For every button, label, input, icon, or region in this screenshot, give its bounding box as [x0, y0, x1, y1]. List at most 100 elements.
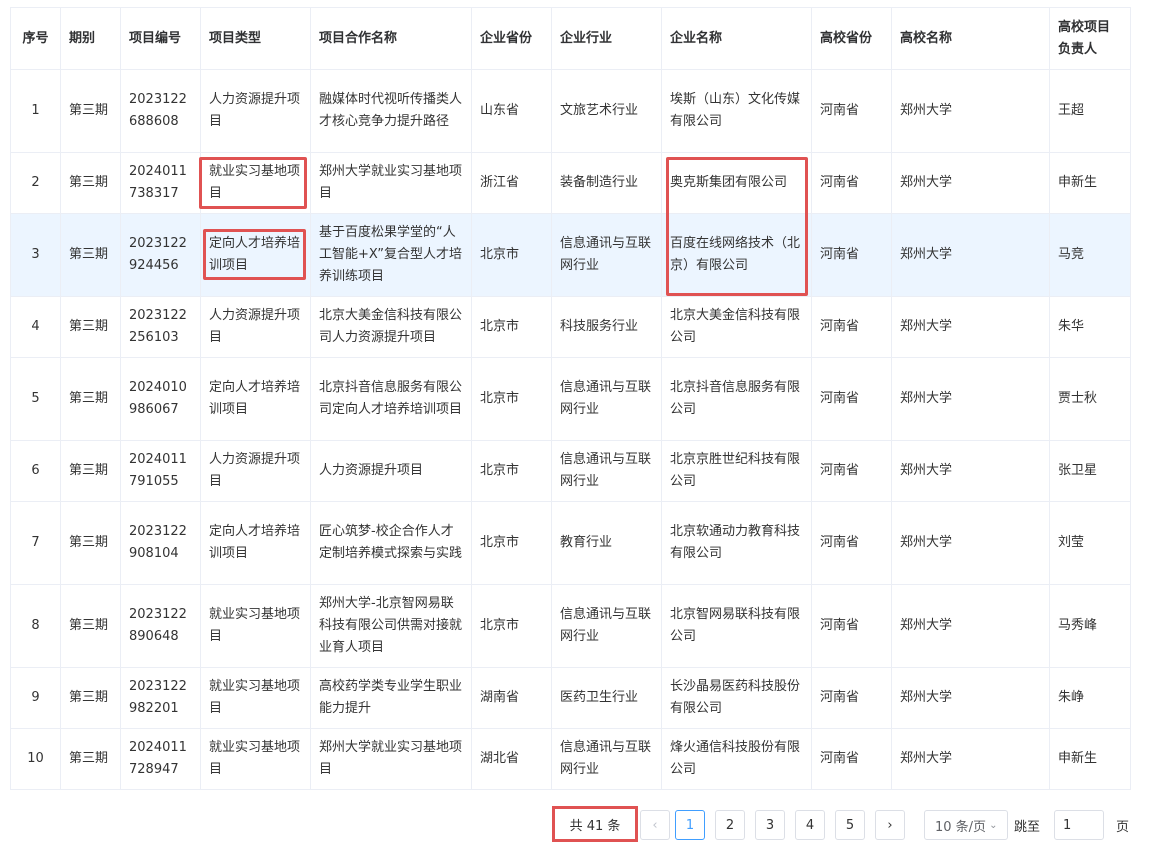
cell-type: 就业实习基地项目	[200, 728, 311, 790]
cell-code: 2023122908104	[120, 501, 201, 585]
cell-no: 5	[10, 357, 61, 441]
table-header: 序号 期别 项目编号 项目类型 项目合作名称 企业省份 企业行业 企业名称 高校…	[10, 7, 1131, 70]
cell-industry: 信息通讯与互联网行业	[551, 440, 662, 502]
cell-uni: 郑州大学	[891, 213, 1050, 297]
table-row[interactable]: 4 第三期 2023122256103 人力资源提升项目 北京大美金信科技有限公…	[10, 296, 1131, 358]
col-header-lead[interactable]: 高校项目负责人	[1049, 7, 1131, 70]
table-row[interactable]: 6 第三期 2024011791055 人力资源提升项目 人力资源提升项目 北京…	[10, 440, 1131, 502]
cell-company: 北京智网易联科技有限公司	[661, 584, 812, 668]
table-row[interactable]: 7 第三期 2023122908104 定向人才培养培训项目 匠心筑梦-校企合作…	[10, 501, 1131, 585]
cell-period: 第三期	[60, 440, 121, 502]
chevron-right-icon: ›	[887, 817, 893, 833]
jump-page-input[interactable]	[1054, 810, 1104, 840]
col-header-company[interactable]: 企业名称	[661, 7, 812, 70]
cell-province: 浙江省	[471, 152, 552, 214]
cell-industry: 信息通讯与互联网行业	[551, 357, 662, 441]
cell-code: 2023122256103	[120, 296, 201, 358]
page-button-2[interactable]: 2	[715, 810, 745, 840]
page-button-4[interactable]: 4	[795, 810, 825, 840]
cell-period: 第三期	[60, 152, 121, 214]
next-page-button[interactable]: ›	[875, 810, 905, 840]
cell-company: 烽火通信科技股份有限公司	[661, 728, 812, 790]
table-row[interactable]: 9 第三期 2023122982201 就业实习基地项目 高校药学类专业学生职业…	[10, 667, 1131, 729]
prev-page-button[interactable]: ‹	[640, 810, 670, 840]
cell-industry: 文旅艺术行业	[551, 69, 662, 153]
page-unit-label: 页	[1116, 820, 1130, 835]
cell-type: 人力资源提升项目	[200, 69, 311, 153]
col-header-code[interactable]: 项目编号	[120, 7, 201, 70]
cell-period: 第三期	[60, 213, 121, 297]
cell-uni: 郑州大学	[891, 728, 1050, 790]
cell-type: 就业实习基地项目	[200, 584, 311, 668]
cell-period: 第三期	[60, 69, 121, 153]
cell-name: 高校药学类专业学生职业能力提升	[310, 667, 472, 729]
table-body: 1 第三期 2023122688608 人力资源提升项目 融媒体时代视听传播类人…	[10, 69, 1131, 790]
cell-name: 郑州大学就业实习基地项目	[310, 728, 472, 790]
table-row[interactable]: 10 第三期 2024011728947 就业实习基地项目 郑州大学就业实习基地…	[10, 728, 1131, 790]
cell-company: 北京抖音信息服务有限公司	[661, 357, 812, 441]
cell-province: 山东省	[471, 69, 552, 153]
cell-company: 北京软通动力教育科技有限公司	[661, 501, 812, 585]
chevron-down-icon: ⌄	[989, 819, 998, 831]
cell-company: 长沙晶易医药科技股份有限公司	[661, 667, 812, 729]
cell-uni-province: 河南省	[811, 728, 892, 790]
table-row[interactable]: 8 第三期 2023122890648 就业实习基地项目 郑州大学-北京智网易联…	[10, 584, 1131, 668]
col-header-name[interactable]: 项目合作名称	[310, 7, 472, 70]
pagination: 共 41 条 ‹ 1 2 3 4 5 › 10 条/页 ⌄ 跳至 页	[0, 800, 1149, 844]
col-header-type[interactable]: 项目类型	[200, 7, 311, 70]
cell-no: 9	[10, 667, 61, 729]
cell-uni: 郑州大学	[891, 296, 1050, 358]
cell-period: 第三期	[60, 296, 121, 358]
cell-industry: 装备制造行业	[551, 152, 662, 214]
cell-lead: 申新生	[1049, 728, 1131, 790]
cell-no: 6	[10, 440, 61, 502]
project-table-wrapper: 序号 期别 项目编号 项目类型 项目合作名称 企业省份 企业行业 企业名称 高校…	[10, 7, 1131, 790]
cell-name: 北京大美金信科技有限公司人力资源提升项目	[310, 296, 472, 358]
table-row[interactable]: 5 第三期 2024010986067 定向人才培养培训项目 北京抖音信息服务有…	[10, 357, 1131, 441]
cell-industry: 科技服务行业	[551, 296, 662, 358]
cell-lead: 朱华	[1049, 296, 1131, 358]
cell-uni: 郑州大学	[891, 152, 1050, 214]
cell-code: 2024010986067	[120, 357, 201, 441]
cell-no: 1	[10, 69, 61, 153]
cell-uni: 郑州大学	[891, 357, 1050, 441]
col-header-province[interactable]: 企业省份	[471, 7, 552, 70]
page-button-3[interactable]: 3	[755, 810, 785, 840]
cell-no: 4	[10, 296, 61, 358]
cell-uni-province: 河南省	[811, 501, 892, 585]
table-row[interactable]: 3 第三期 2023122924456 定向人才培养培训项目 基于百度松果学堂的…	[10, 213, 1131, 297]
table-row[interactable]: 1 第三期 2023122688608 人力资源提升项目 融媒体时代视听传播类人…	[10, 69, 1131, 153]
col-header-uni[interactable]: 高校名称	[891, 7, 1050, 70]
cell-lead: 贾士秋	[1049, 357, 1131, 441]
cell-uni: 郑州大学	[891, 667, 1050, 729]
cell-company: 奥克斯集团有限公司	[661, 152, 812, 214]
col-header-no[interactable]: 序号	[10, 7, 61, 70]
col-header-industry[interactable]: 企业行业	[551, 7, 662, 70]
cell-company: 百度在线网络技术（北京）有限公司	[661, 213, 812, 297]
cell-no: 2	[10, 152, 61, 214]
cell-uni: 郑州大学	[891, 69, 1050, 153]
col-header-uni-province[interactable]: 高校省份	[811, 7, 892, 70]
cell-code: 2023122688608	[120, 69, 201, 153]
col-header-period[interactable]: 期别	[60, 7, 121, 70]
cell-period: 第三期	[60, 357, 121, 441]
jump-label: 跳至	[1014, 820, 1041, 835]
cell-name: 郑州大学-北京智网易联科技有限公司供需对接就业育人项目	[310, 584, 472, 668]
cell-province: 北京市	[471, 213, 552, 297]
cell-industry: 信息通讯与互联网行业	[551, 213, 662, 297]
page-size-select[interactable]: 10 条/页 ⌄	[924, 810, 1008, 840]
page-button-5[interactable]: 5	[835, 810, 865, 840]
cell-province: 北京市	[471, 357, 552, 441]
cell-lead: 申新生	[1049, 152, 1131, 214]
cell-code: 2023122924456	[120, 213, 201, 297]
cell-code: 2024011791055	[120, 440, 201, 502]
page-button-1[interactable]: 1	[675, 810, 705, 840]
cell-company: 北京京胜世纪科技有限公司	[661, 440, 812, 502]
cell-uni: 郑州大学	[891, 501, 1050, 585]
table-row[interactable]: 2 第三期 2024011738317 就业实习基地项目 郑州大学就业实习基地项…	[10, 152, 1131, 214]
cell-company: 埃斯（山东）文化传媒有限公司	[661, 69, 812, 153]
cell-province: 湖南省	[471, 667, 552, 729]
cell-company: 北京大美金信科技有限公司	[661, 296, 812, 358]
cell-type: 定向人才培养培训项目	[200, 357, 311, 441]
cell-no: 10	[10, 728, 61, 790]
